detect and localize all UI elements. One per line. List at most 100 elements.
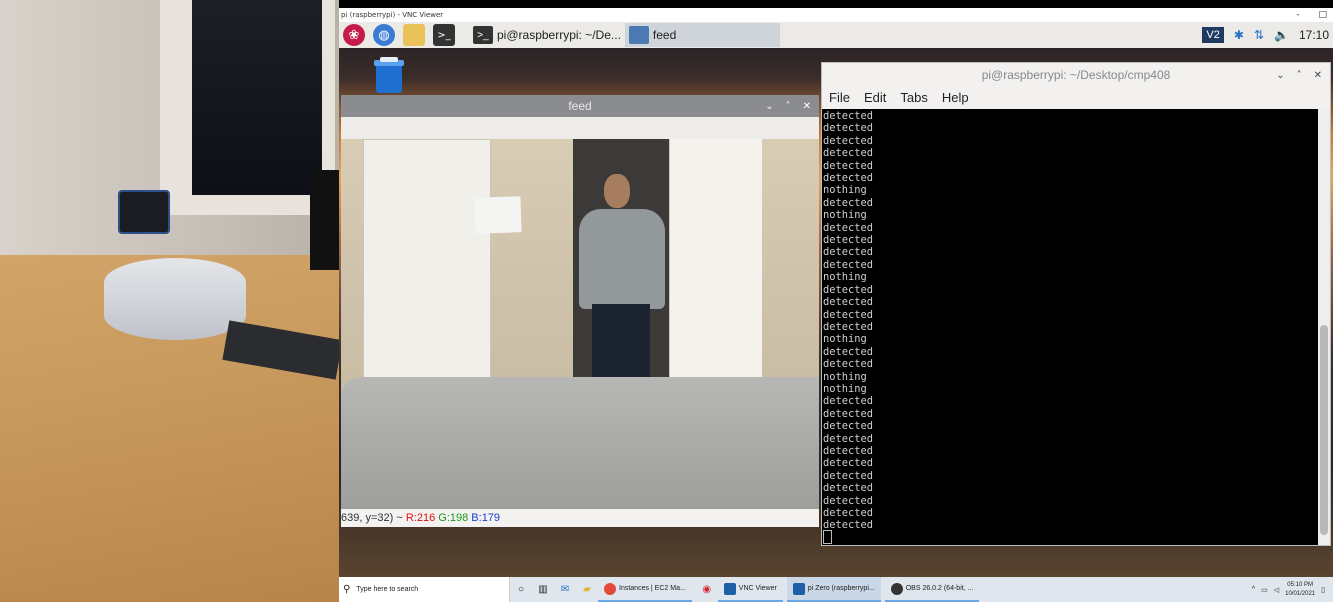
vnc-app-icon	[792, 582, 805, 595]
webcam-device	[118, 190, 170, 234]
maximize-icon[interactable]: ˄	[786, 101, 791, 112]
turntable	[104, 258, 246, 340]
feed-window-controls: ⌄ ˄ ✕	[765, 95, 811, 117]
terminal-line: detected	[823, 196, 874, 209]
volume-icon[interactable]: 🔈	[1274, 28, 1289, 42]
search-placeholder: Type here to search	[356, 586, 419, 593]
taskbar-app-label: VNC Viewer	[738, 585, 777, 592]
obs-icon	[890, 582, 903, 595]
volume-tray-icon[interactable]: ◁	[1274, 586, 1279, 594]
explorer-icon[interactable]: ▰	[576, 584, 598, 595]
wall-note	[474, 196, 522, 234]
terminal-line: detected	[823, 507, 874, 519]
terminal-line: detected	[823, 407, 874, 420]
terminal-line: nothing	[823, 382, 867, 395]
person-head	[604, 174, 630, 208]
vnc-app-icon	[723, 582, 736, 595]
pi-panel: ❀ ◍ >_ >_ pi@raspberrypi: ~/De... feed V…	[339, 22, 1333, 48]
window-task-icon	[628, 26, 649, 44]
file-manager-icon[interactable]	[403, 24, 425, 46]
task-feed-label: feed	[652, 28, 677, 42]
taskbar-app-chrome[interactable]: Instances | EC2 Ma...	[598, 577, 692, 602]
terminal-lines: detected detected detected detected detected…	[823, 110, 873, 532]
terminal-scroll-thumb[interactable]	[1320, 325, 1328, 535]
minimize-button[interactable]: -	[1294, 10, 1299, 20]
menu-help[interactable]: Help	[942, 87, 969, 109]
terminal-line: detected	[823, 469, 874, 482]
terminal-line: detected	[823, 246, 874, 259]
terminal-line: detected	[823, 234, 874, 247]
terminal-line: detected	[823, 172, 874, 185]
taskbar-app-pi-zero[interactable]: pi Zero (raspberrypi...	[786, 577, 881, 602]
taskbar-app-obs[interactable]: OBS 26.0.2 (64-bit, ...	[884, 577, 980, 602]
chevron-down-icon[interactable]: ⌄	[1276, 70, 1284, 81]
vnc-window-controls: - □	[1294, 8, 1327, 22]
terminal-cursor	[823, 530, 832, 544]
terminal-line: detected	[823, 358, 874, 371]
windows-taskbar: ⚲ Type here to search ○ ▥ ✉ ▰ Instances …	[339, 577, 1333, 602]
raspberry-menu-icon[interactable]: ❀	[343, 24, 365, 46]
restore-button[interactable]: □	[1316, 10, 1327, 20]
terminal-line: detected	[823, 283, 874, 296]
menu-edit[interactable]: Edit	[864, 87, 886, 109]
menu-file[interactable]: File	[829, 87, 850, 109]
taskbar-app-label: OBS 26.0.2 (64-bit, ...	[905, 585, 974, 592]
person-body	[579, 209, 665, 309]
network-icon[interactable]: ⇅	[1254, 28, 1264, 42]
terminal-line: detected	[823, 345, 874, 358]
mail-icon[interactable]: ✉	[554, 584, 576, 595]
terminal-line: detected	[823, 258, 874, 271]
trash-icon[interactable]	[372, 57, 406, 93]
cortana-icon[interactable]: ○	[510, 584, 532, 595]
vnc-icon[interactable]: V2	[1202, 27, 1224, 43]
status-red: R:216	[405, 512, 436, 524]
feed-window[interactable]: feed ⌄ ˄ ✕ 639, y=32) ~ R:216 G:198 B:17…	[341, 95, 819, 527]
task-feed[interactable]: feed	[624, 23, 781, 47]
task-terminal[interactable]: >_ pi@raspberrypi: ~/De...	[469, 23, 625, 47]
terminal-output[interactable]: detected detected detected detected detected…	[822, 109, 1318, 545]
terminal-titlebar[interactable]: pi@raspberrypi: ~/Desktop/cmp408	[822, 63, 1330, 87]
vnc-titlebar[interactable]: pi (raspberrypi) - VNC Viewer - □	[339, 8, 1333, 22]
close-icon[interactable]: ✕	[1314, 70, 1322, 81]
terminal-line: nothing	[823, 333, 867, 346]
close-icon[interactable]: ✕	[803, 101, 811, 112]
monitor-edge	[310, 170, 339, 270]
taskbar-search[interactable]: ⚲ Type here to search	[339, 577, 510, 602]
feed-titlebar[interactable]: feed	[341, 95, 819, 117]
task-view-icon[interactable]: ▥	[532, 584, 554, 595]
feed-toolbar	[341, 117, 819, 139]
status-blue: B:179	[471, 512, 501, 524]
terminal-line: detected	[823, 482, 874, 495]
terminal-menubar: File Edit Tabs Help	[822, 87, 1333, 109]
terminal-icon[interactable]: >_	[433, 24, 455, 46]
menu-tabs[interactable]: Tabs	[900, 87, 927, 109]
bluetooth-icon[interactable]: ✱	[1234, 28, 1244, 42]
taskbar-app-vnc[interactable]: VNC Viewer	[717, 577, 783, 602]
network-tray-icon[interactable]: ▭	[1261, 586, 1268, 594]
web-browser-icon[interactable]: ◍	[373, 24, 395, 46]
status-green: G:198	[438, 512, 469, 524]
maximize-icon[interactable]: ˄	[1297, 70, 1302, 81]
terminal-line: detected	[823, 457, 874, 470]
terminal-line: nothing	[823, 209, 867, 222]
terminal-line: detected	[823, 296, 874, 309]
status-coords: 639, y=32) ~	[341, 512, 403, 524]
terminal-line: detected	[823, 122, 874, 135]
chevron-up-icon[interactable]: ^	[1252, 586, 1255, 593]
taskbar-date: 10/01/2021	[1285, 590, 1316, 597]
terminal-task-icon: >_	[473, 26, 493, 44]
terminal-title: pi@raspberrypi: ~/Desktop/cmp408	[981, 68, 1171, 82]
terminal-line: detected	[823, 494, 874, 507]
feed-title: feed	[568, 99, 592, 113]
terminal-line: detected	[823, 444, 874, 457]
taskbar-clock[interactable]: 05:10 PM 10/01/2021	[1285, 581, 1315, 599]
terminal-line: detected	[823, 320, 874, 333]
chevron-down-icon[interactable]: ⌄	[765, 101, 773, 112]
task-terminal-label: pi@raspberrypi: ~/De...	[497, 28, 621, 42]
notification-icon[interactable]: ▯	[1321, 586, 1325, 594]
clock[interactable]: 17:10	[1299, 28, 1329, 42]
terminal-window[interactable]: pi@raspberrypi: ~/Desktop/cmp408 ⌄ ˄ ✕ F…	[821, 62, 1331, 546]
terminal-line: detected	[823, 159, 874, 172]
system-tray: ^ ▭ ◁ 05:10 PM 10/01/2021 ▯	[1252, 581, 1333, 599]
record-icon[interactable]: ◉	[696, 584, 718, 595]
